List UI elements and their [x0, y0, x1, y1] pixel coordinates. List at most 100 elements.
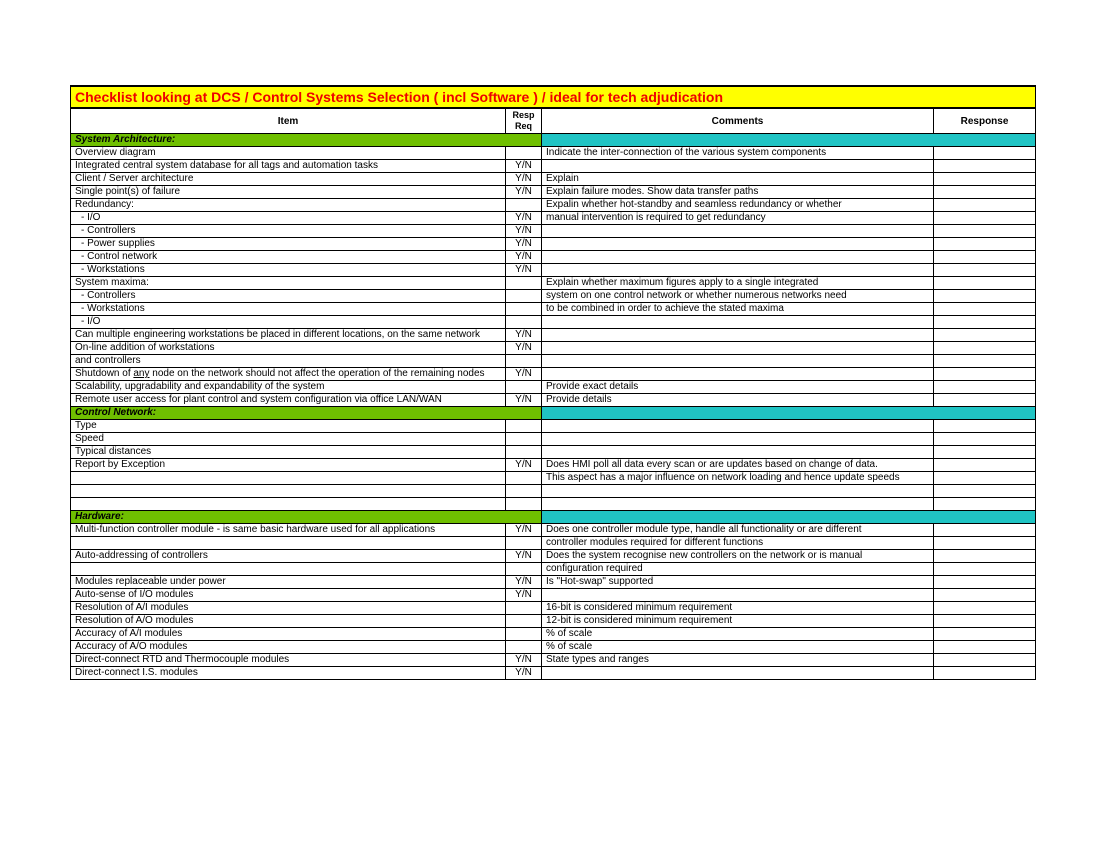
item-cell: Modules replaceable under power — [71, 576, 506, 589]
comment-cell — [542, 342, 934, 355]
resp-cell: Y/N — [506, 524, 542, 537]
table-row: Type — [71, 420, 1036, 433]
response-cell — [934, 485, 1036, 498]
item-cell: - Workstations — [71, 303, 506, 316]
resp-cell: Y/N — [506, 550, 542, 563]
comment-cell: to be combined in order to achieve the s… — [542, 303, 934, 316]
resp-cell: Y/N — [506, 186, 542, 199]
item-cell: Remote user access for plant control and… — [71, 394, 506, 407]
table-row: On-line addition of workstationsY/N — [71, 342, 1036, 355]
table-row: - I/OY/Nmanual intervention is required … — [71, 212, 1036, 225]
response-cell — [934, 602, 1036, 615]
table-row: - WorkstationsY/N — [71, 264, 1036, 277]
response-cell — [934, 264, 1036, 277]
item-cell — [71, 472, 506, 485]
response-cell — [934, 446, 1036, 459]
item-cell: Auto-sense of I/O modules — [71, 589, 506, 602]
response-cell — [934, 303, 1036, 316]
checklist-sheet: Checklist looking at DCS / Control Syste… — [70, 85, 1035, 680]
resp-cell: Y/N — [506, 251, 542, 264]
comment-cell — [542, 420, 934, 433]
comment-cell — [542, 251, 934, 264]
resp-cell — [506, 199, 542, 212]
item-cell: - Controllers — [71, 290, 506, 303]
comment-cell: Provide details — [542, 394, 934, 407]
resp-cell — [506, 615, 542, 628]
response-cell — [934, 589, 1036, 602]
item-cell: Speed — [71, 433, 506, 446]
table-row: - Power suppliesY/N — [71, 238, 1036, 251]
response-cell — [934, 160, 1036, 173]
table-row: Redundancy:Expalin whether hot-standby a… — [71, 199, 1036, 212]
response-cell — [934, 550, 1036, 563]
item-cell: Multi-function controller module - is sa… — [71, 524, 506, 537]
response-cell — [934, 576, 1036, 589]
resp-cell: Y/N — [506, 160, 542, 173]
column-header-item: Item — [71, 108, 506, 134]
item-cell: - Power supplies — [71, 238, 506, 251]
comment-cell — [542, 264, 934, 277]
table-row: Resolution of A/I modules16-bit is consi… — [71, 602, 1036, 615]
item-cell: Scalability, upgradability and expandabi… — [71, 381, 506, 394]
resp-cell — [506, 641, 542, 654]
comment-cell — [542, 498, 934, 511]
table-row: Direct-connect RTD and Thermocouple modu… — [71, 654, 1036, 667]
page-title: Checklist looking at DCS / Control Syste… — [71, 86, 1036, 108]
table-row: Auto-sense of I/O modulesY/N — [71, 589, 1036, 602]
table-row — [71, 498, 1036, 511]
comment-cell: Explain failure modes. Show data transfe… — [542, 186, 934, 199]
comment-cell — [542, 355, 934, 368]
resp-cell — [506, 628, 542, 641]
comment-cell: % of scale — [542, 628, 934, 641]
response-cell — [934, 199, 1036, 212]
response-cell — [934, 251, 1036, 264]
resp-cell: Y/N — [506, 173, 542, 186]
item-cell: - Controllers — [71, 225, 506, 238]
table-row: configuration required — [71, 563, 1036, 576]
table-row: - Control networkY/N — [71, 251, 1036, 264]
table-row: Scalability, upgradability and expandabi… — [71, 381, 1036, 394]
comment-cell — [542, 238, 934, 251]
resp-cell: Y/N — [506, 394, 542, 407]
comment-cell — [542, 667, 934, 680]
item-cell — [71, 498, 506, 511]
resp-cell — [506, 277, 542, 290]
comment-cell: Does the system recognise new controller… — [542, 550, 934, 563]
table-row: This aspect has a major influence on net… — [71, 472, 1036, 485]
section-header: System Architecture: — [71, 134, 542, 147]
item-cell — [71, 485, 506, 498]
resp-cell: Y/N — [506, 589, 542, 602]
comment-cell: Explain whether maximum figures apply to… — [542, 277, 934, 290]
table-row: - Controllerssystem on one control netwo… — [71, 290, 1036, 303]
resp-cell — [506, 147, 542, 160]
response-cell — [934, 355, 1036, 368]
item-cell: - Workstations — [71, 264, 506, 277]
response-cell — [934, 147, 1036, 160]
response-cell — [934, 459, 1036, 472]
table-row: Accuracy of A/O modules% of scale — [71, 641, 1036, 654]
resp-cell — [506, 316, 542, 329]
table-row: controller modules required for differen… — [71, 537, 1036, 550]
table-row: - Workstations to be combined in order to… — [71, 303, 1036, 316]
item-cell: Type — [71, 420, 506, 433]
item-cell: - I/O — [71, 316, 506, 329]
table-row: Auto-addressing of controllersY/NDoes th… — [71, 550, 1036, 563]
resp-cell: Y/N — [506, 576, 542, 589]
table-row: Overview diagramIndicate the inter-conne… — [71, 147, 1036, 160]
item-cell: Overview diagram — [71, 147, 506, 160]
column-header-response: Response — [934, 108, 1036, 134]
item-cell: Can multiple engineering workstations be… — [71, 329, 506, 342]
comment-cell: Provide exact details — [542, 381, 934, 394]
table-row: System maxima: Explain whether maximum fi… — [71, 277, 1036, 290]
table-row: Speed — [71, 433, 1036, 446]
resp-cell — [506, 537, 542, 550]
response-cell — [934, 472, 1036, 485]
resp-cell — [506, 472, 542, 485]
item-cell: - Control network — [71, 251, 506, 264]
item-cell: System maxima: — [71, 277, 506, 290]
item-cell: Accuracy of A/I modules — [71, 628, 506, 641]
response-cell — [934, 498, 1036, 511]
response-cell — [934, 394, 1036, 407]
resp-cell: Y/N — [506, 225, 542, 238]
response-cell — [934, 667, 1036, 680]
